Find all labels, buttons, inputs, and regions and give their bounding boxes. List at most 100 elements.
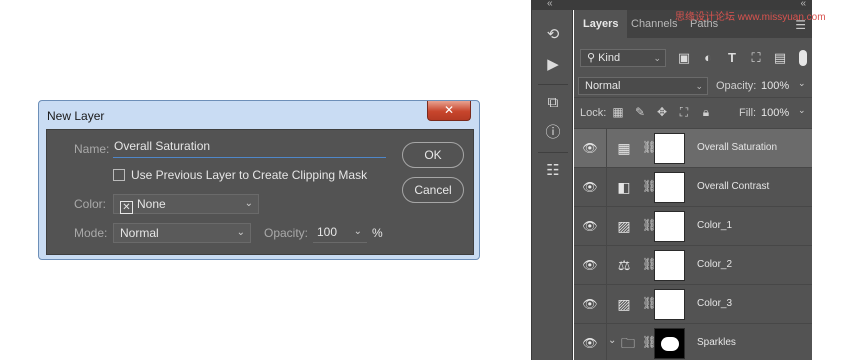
- tab-layers[interactable]: Layers: [574, 10, 628, 38]
- mask-shape: [661, 337, 679, 351]
- layer-name: Overall Contrast: [697, 181, 770, 192]
- opacity-value[interactable]: 100%: [761, 80, 789, 92]
- layer-row[interactable]: 👁︎ ▦ ⛓︎ Overall Saturation: [574, 128, 812, 168]
- divider: [606, 285, 607, 324]
- eye-icon[interactable]: 👁︎: [582, 141, 598, 155]
- eye-icon[interactable]: 👁︎: [582, 258, 598, 272]
- dialog-body: Name: Overall Saturation Use Previous La…: [46, 129, 474, 255]
- gradient-map-icon: ◧: [617, 179, 631, 195]
- artboard-icon[interactable]: ⛶: [677, 105, 691, 119]
- play-actions-icon[interactable]: ▶: [544, 56, 562, 74]
- mode-select[interactable]: Normal ⌄: [113, 223, 251, 243]
- layers-panel: « Layers Channels Paths ☰ ⚲ Kind ⌄ ▣ ◐ T …: [574, 0, 812, 360]
- filter-kind-select[interactable]: ⚲ Kind ⌄: [580, 49, 666, 67]
- curves-icon: ▦: [617, 140, 631, 156]
- lock-transparent-pixels-icon[interactable]: ▦: [611, 105, 625, 119]
- chevron-down-icon: ⌄: [353, 226, 362, 237]
- color-balance-icon: ⚖︎: [617, 257, 631, 273]
- lock-image-pixels-icon[interactable]: ✎: [633, 105, 647, 119]
- search-icon: ⚲: [587, 52, 596, 64]
- layer-row[interactable]: 👁︎ ◧ ⛓︎ Overall Contrast: [574, 167, 812, 207]
- dialog-title: New Layer: [47, 109, 105, 123]
- mode-value: Normal: [120, 226, 159, 240]
- divider: [606, 207, 607, 246]
- opacity-unit: %: [372, 226, 383, 240]
- divider: [606, 324, 607, 360]
- divider: [606, 246, 607, 285]
- tool-strip-topbar: «: [532, 0, 574, 10]
- chevron-down-icon: ⌄: [695, 81, 703, 91]
- layer-mask-thumbnail[interactable]: [654, 211, 685, 242]
- eye-icon[interactable]: 👁︎: [582, 219, 598, 233]
- divider: [574, 97, 812, 98]
- clipping-mask-label: Use Previous Layer to Create Clipping Ma…: [131, 168, 368, 182]
- layer-row[interactable]: 👁︎ ▨ ⛓︎ Color_3: [574, 284, 812, 324]
- lock-position-icon[interactable]: ✥: [655, 105, 669, 119]
- divider: [606, 129, 607, 168]
- layer-mask-thumbnail[interactable]: [654, 328, 685, 359]
- opacity-label: Opacity:: [264, 226, 309, 240]
- no-color-icon: ✕: [120, 201, 133, 214]
- pixel-filter-icon[interactable]: ▣: [676, 50, 692, 66]
- chevron-down-icon[interactable]: ⌄: [798, 78, 806, 89]
- color-label: Color:: [74, 197, 107, 211]
- chevron-down-icon: ⌄: [653, 53, 661, 63]
- type-filter-icon[interactable]: T: [724, 50, 740, 66]
- close-button[interactable]: ✕: [427, 101, 471, 121]
- layer-name: Overall Saturation: [697, 142, 778, 153]
- 3d-icon[interactable]: ⧉: [544, 94, 562, 112]
- divider: [606, 168, 607, 207]
- layer-name: Sparkles: [697, 337, 736, 348]
- layer-mask-thumbnail[interactable]: [654, 289, 685, 320]
- clipping-mask-checkbox[interactable]: [113, 169, 125, 181]
- layer-row[interactable]: 👁︎ ⚖︎ ⛓︎ Color_2: [574, 245, 812, 285]
- eye-icon[interactable]: 👁︎: [582, 336, 598, 350]
- opacity-label: Opacity:: [716, 80, 757, 92]
- history-icon[interactable]: ⟲: [544, 26, 562, 44]
- adjustment-filter-icon[interactable]: ◐: [700, 50, 716, 66]
- color-select[interactable]: ✕ None ⌄: [113, 194, 259, 214]
- collapse-icon[interactable]: «: [547, 0, 553, 9]
- info-icon[interactable]: ⓘ: [544, 124, 562, 142]
- watermark-text: 思缘设计论坛 www.missyuan.com: [675, 12, 826, 23]
- new-layer-dialog: New Layer ✕ Name: Overall Saturation Use…: [38, 100, 480, 260]
- color-value: None: [137, 197, 166, 211]
- properties-icon[interactable]: ☷: [544, 162, 562, 180]
- cancel-button[interactable]: Cancel: [402, 177, 464, 203]
- mode-label: Mode:: [74, 226, 108, 240]
- chevron-down-icon[interactable]: ⌄: [608, 335, 616, 346]
- smart-object-filter-icon[interactable]: ▤: [772, 50, 788, 66]
- blend-mode-select[interactable]: Normal ⌄: [578, 77, 708, 95]
- layer-name: Color_2: [697, 259, 733, 270]
- filter-toggle[interactable]: [799, 50, 807, 66]
- layer-row[interactable]: 👁︎ ▨ ⛓︎ Color_1: [574, 206, 812, 246]
- opacity-value: 100: [317, 225, 338, 239]
- divider: [538, 152, 568, 153]
- eye-icon[interactable]: 👁︎: [582, 297, 598, 311]
- shape-filter-icon[interactable]: ⛶: [748, 50, 764, 66]
- fill-value[interactable]: 100%: [761, 107, 789, 119]
- layer-mask-thumbnail[interactable]: [654, 250, 685, 281]
- panel-tool-strip: « ⟲ ▶ ⧉ ⓘ ☷: [531, 0, 574, 360]
- layer-name: Color_3: [697, 298, 733, 309]
- lock-all-icon[interactable]: 🔒︎: [699, 105, 713, 119]
- opacity-input[interactable]: 100 ⌄: [313, 223, 367, 243]
- chevron-down-icon: ⌄: [244, 198, 253, 209]
- lock-label: Lock:: [580, 107, 607, 119]
- background: [812, 0, 850, 360]
- blend-mode-value: Normal: [585, 80, 621, 92]
- layer-row[interactable]: 👁︎ ⌄ 🗀︎ ⛓︎ Sparkles: [574, 323, 812, 360]
- selective-color-icon: ▨: [617, 296, 631, 312]
- ok-button[interactable]: OK: [402, 142, 464, 168]
- eye-icon[interactable]: 👁︎: [582, 180, 598, 194]
- chevron-down-icon: ⌄: [236, 227, 245, 238]
- layer-mask-thumbnail[interactable]: [654, 133, 685, 164]
- selective-color-icon: ▨: [617, 218, 631, 234]
- chevron-down-icon[interactable]: ⌄: [798, 105, 806, 116]
- folder-icon: 🗀︎: [621, 335, 635, 351]
- name-input[interactable]: Overall Saturation: [113, 139, 386, 158]
- divider: [538, 84, 568, 85]
- filter-kind-value: Kind: [598, 52, 621, 64]
- fill-label: Fill:: [739, 107, 757, 119]
- layer-mask-thumbnail[interactable]: [654, 172, 685, 203]
